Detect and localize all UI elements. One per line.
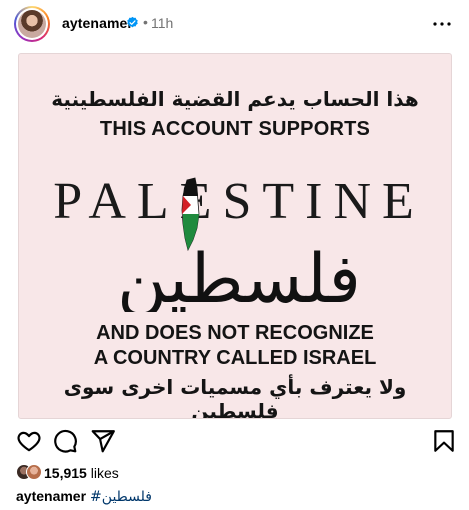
- action-bar: [0, 428, 469, 456]
- image-arabic-footer: ولا يعترف بأي مسميات اخرى سوى فلسطين: [63, 375, 407, 419]
- more-options-icon[interactable]: [430, 12, 454, 36]
- liker-avatar: [26, 464, 42, 480]
- post-header: aytenamer • 11h: [0, 0, 469, 48]
- likes-text[interactable]: 15,915 likes: [44, 465, 119, 481]
- caption-hashtag[interactable]: #فلسطين: [90, 489, 152, 505]
- bookmark-icon[interactable]: [431, 428, 457, 454]
- avatar-frame: [16, 8, 48, 40]
- image-english-line-2: A COUNTRY CALLED ISRAEL: [93, 347, 377, 369]
- likes-label: likes: [86, 465, 119, 481]
- post-caption: aytenamer #فلسطين: [16, 488, 152, 505]
- avatar[interactable]: [14, 6, 50, 42]
- heart-icon[interactable]: [16, 428, 42, 454]
- image-arabic-headline: هذا الحساب يدعم القضية الفلسطينية: [51, 87, 419, 111]
- logo-latin-wordmark: PALESTINE: [53, 173, 425, 230]
- paper-plane-icon[interactable]: [90, 428, 116, 454]
- post-timestamp[interactable]: 11h: [151, 15, 173, 31]
- comment-bubble-icon[interactable]: [52, 428, 78, 454]
- logo-arabic-wordmark: فلسطين: [117, 240, 361, 312]
- separator-dot: •: [143, 14, 148, 30]
- caption-username[interactable]: aytenamer: [16, 488, 86, 504]
- image-english-line-1: AND DOES NOT RECOGNIZE: [96, 322, 374, 344]
- palestine-logo: PALESTINE فلسطين: [53, 173, 425, 312]
- username-link[interactable]: aytenamer: [62, 15, 133, 31]
- image-english-headline: THIS ACCOUNT SUPPORTS: [99, 118, 371, 140]
- avatar-photo: [18, 10, 46, 38]
- verified-badge-icon: [127, 16, 138, 28]
- post-image[interactable]: هذا الحساب يدعم القضية الفلسطينية THIS A…: [18, 53, 452, 419]
- likes-count: 15,915: [44, 465, 87, 481]
